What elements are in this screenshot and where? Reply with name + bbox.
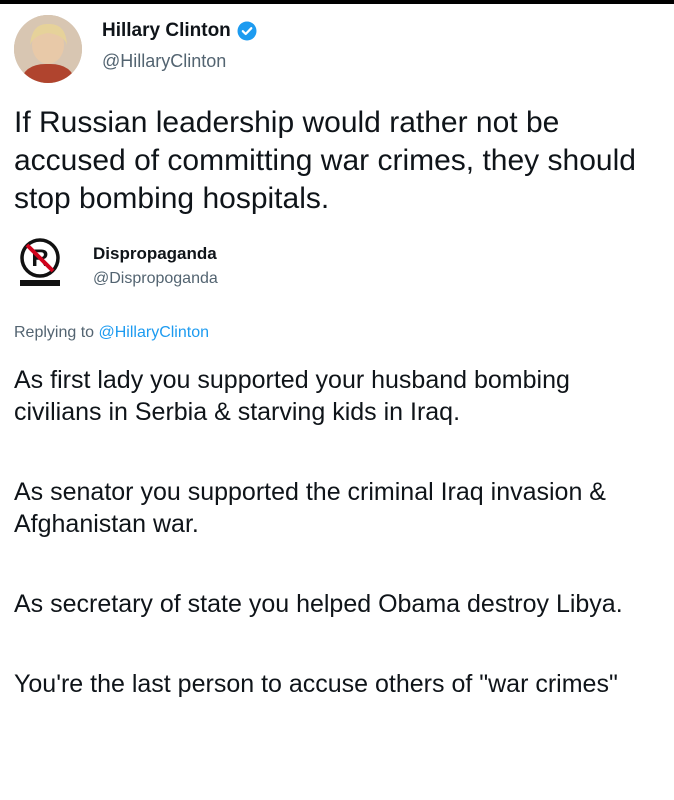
author-name[interactable]: Hillary Clinton <box>102 19 257 43</box>
replying-to-link[interactable]: @HillaryClinton <box>99 324 210 341</box>
tweet-text: If Russian leadership would rather not b… <box>14 106 636 215</box>
reply-paragraph: You're the last person to accuse others … <box>14 670 618 698</box>
reply-text: As first lady you supported your husband… <box>14 364 664 748</box>
reply-author-name[interactable]: Dispropaganda <box>93 244 217 264</box>
no-propaganda-logo-icon: R <box>20 238 60 286</box>
reply-paragraph: As secretary of state you helped Obama d… <box>14 590 623 618</box>
reply-author-handle[interactable]: @Dispropoganda <box>93 269 218 289</box>
author-handle[interactable]: @HillaryClinton <box>102 50 226 72</box>
replying-to-line: Replying to @HillaryClinton <box>14 323 209 343</box>
person-photo-avatar-icon <box>14 15 82 83</box>
author-name-text: Hillary Clinton <box>102 20 231 41</box>
replying-to-prefix: Replying to <box>14 324 95 341</box>
author-avatar[interactable] <box>14 15 82 83</box>
reply-paragraph: As senator you supported the criminal Ir… <box>14 478 606 538</box>
reply-author-avatar[interactable]: R <box>14 236 72 294</box>
top-border <box>0 0 674 4</box>
verified-badge-icon <box>237 21 257 41</box>
reply-paragraph: As first lady you supported your husband… <box>14 366 570 426</box>
